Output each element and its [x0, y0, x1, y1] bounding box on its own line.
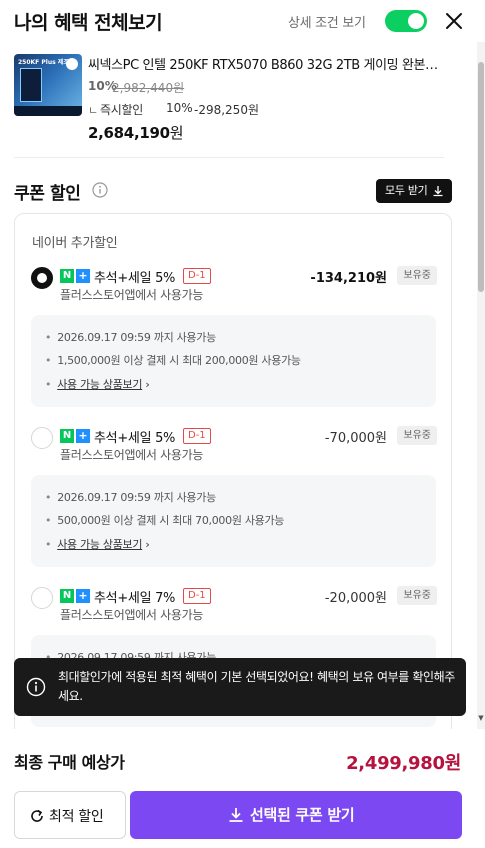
plus-icon: +	[76, 269, 90, 283]
final-price-label: 최종 구매 예상가	[14, 753, 125, 772]
naver-n-icon: N	[60, 269, 74, 283]
brand-badge	[66, 58, 78, 70]
download-all-button[interactable]: 모두 받기	[376, 179, 452, 203]
coupon-usage-note: 플러스스토어앱에서 사용가능	[60, 608, 204, 622]
plus-icon: +	[76, 589, 90, 603]
pc-case-graphic	[20, 68, 42, 102]
download-icon	[433, 186, 443, 197]
instant-discount-amount: -298,250원	[194, 103, 259, 117]
download-all-label: 모두 받기	[385, 184, 428, 197]
coupon-list-box: 네이버 추가할인 N + 추석+세일 5% D-1 -134,210원 보유중 …	[14, 213, 452, 729]
scroll-down-arrow-icon[interactable]: ▼	[477, 714, 485, 724]
detail-line: •2026.09.17 09:59 까지 사용가능	[45, 491, 216, 504]
info-icon[interactable]	[92, 182, 108, 198]
final-price-amount: 2,499,980원	[346, 753, 461, 774]
eligible-products-link-label: 사용 가능 상품보기	[57, 538, 143, 551]
coupon-name: 추석+세일 7%	[94, 591, 176, 606]
eligible-products-link[interactable]: • 사용 가능 상품보기 ›	[45, 376, 150, 392]
get-selected-coupons-button[interactable]: 선택된 쿠폰 받기	[130, 791, 462, 839]
coupon-detail-box: • 2026.09.17 09:59 까지 사용가능 • 500,000원 이상 결…	[31, 475, 436, 567]
image-footer-strip	[14, 106, 82, 116]
product-image-caption: 250KF Plus 제조	[18, 59, 69, 66]
best-discount-button[interactable]: 최적 할인	[14, 791, 126, 839]
detail-line: •2026.09.17 09:59 까지 사용가능	[45, 331, 216, 344]
product-final-price: 2,684,190원	[88, 122, 184, 143]
product-summary: 250KF Plus 제조 씨넥스PC 인텔 250KF RTX5070 B86…	[14, 50, 444, 150]
coupon-usage-note: 플러스스토어앱에서 사용가능	[60, 288, 204, 302]
checkout-footer: 최종 구매 예상가 2,499,980원 최적 할인 선택된 쿠폰 받기	[0, 729, 485, 848]
get-selected-coupons-label: 선택된 쿠폰 받기	[250, 806, 355, 824]
refresh-icon	[31, 809, 43, 822]
page-title: 나의 혜택 전체보기	[14, 12, 163, 34]
detail-toggle-label: 상세 조건 보기	[288, 16, 366, 31]
product-name: 씨넥스PC 인텔 250KF RTX5070 B860 32G 2TB 게이밍 …	[88, 58, 438, 73]
toast-message: 최대할인가에 적용된 최적 혜택이 기본 선택되었어요! 혜택의 보유 여부를 …	[58, 670, 455, 703]
coupon-usage-note: 플러스스토어앱에서 사용가능	[60, 448, 204, 462]
eligible-products-link-label: 사용 가능 상품보기	[57, 378, 143, 391]
section-divider	[14, 157, 444, 158]
toggle-knob	[408, 13, 424, 29]
final-price-value: 2,684,190	[88, 124, 170, 142]
coupon-group-label: 네이버 추가할인	[32, 236, 118, 251]
instant-discount-rate: 10%	[166, 101, 193, 115]
status-badge: 보유중	[397, 426, 437, 445]
detail-condition: 500,000원 이상 결제 시 최대 70,000원 사용가능	[57, 514, 285, 527]
coupon-radio[interactable]	[31, 587, 53, 609]
final-price-unit: 원	[169, 124, 184, 142]
detail-condition: 1,500,000원 이상 결제 시 최대 200,000원 사용가능	[57, 354, 301, 367]
naver-n-icon: N	[60, 589, 74, 603]
info-icon	[26, 677, 46, 697]
panel-header: 나의 혜택 전체보기 상세 조건 보기	[0, 0, 485, 42]
coupon-radio[interactable]	[31, 267, 53, 289]
coupon-amount: -134,210원	[310, 271, 387, 286]
detail-toggle[interactable]	[385, 10, 427, 32]
close-button[interactable]	[442, 9, 466, 33]
detail-expiry: 2026.09.17 09:59 까지 사용가능	[57, 491, 216, 504]
naver-n-icon: N	[60, 429, 74, 443]
status-badge: 보유중	[397, 586, 437, 605]
instant-discount-label: 즉시할인	[100, 103, 143, 117]
best-discount-label: 최적 할인	[49, 809, 104, 825]
dday-badge: D-1	[183, 268, 211, 284]
sub-line-mark: ㄴ	[88, 104, 99, 117]
coupon-amount: -20,000원	[324, 591, 387, 606]
status-badge: 보유중	[397, 266, 437, 285]
product-thumbnail: 250KF Plus 제조	[14, 54, 82, 116]
product-original-price: 2,982,440원	[112, 81, 185, 95]
scrollbar[interactable]: ▼	[477, 42, 485, 729]
chevron-right-icon: ›	[145, 538, 150, 551]
plus-icon: +	[76, 429, 90, 443]
coupon-name: 추석+세일 5%	[94, 271, 176, 286]
chevron-right-icon: ›	[145, 378, 150, 391]
coupon-detail-box: • 2026.09.17 09:59 까지 사용가능 • 1,500,000원 이상…	[31, 315, 436, 407]
toast-notification: 최대할인가에 적용된 최적 혜택이 기본 선택되었어요! 혜택의 보유 여부를 …	[14, 658, 466, 716]
eligible-products-link[interactable]: • 사용 가능 상품보기 ›	[45, 536, 150, 552]
dday-badge: D-1	[183, 428, 211, 444]
coupon-amount: -70,000원	[324, 431, 387, 446]
coupon-section-title: 쿠폰 할인	[14, 184, 81, 204]
detail-line: • 1,500,000원 이상 결제 시 최대 200,000원 사용가능	[45, 354, 301, 367]
benefit-scroll-area[interactable]: 250KF Plus 제조 씨넥스PC 인텔 250KF RTX5070 B86…	[0, 42, 477, 729]
download-icon	[229, 808, 243, 822]
detail-expiry: 2026.09.17 09:59 까지 사용가능	[57, 331, 216, 344]
coupon-radio[interactable]	[31, 427, 53, 449]
coupon-name: 추석+세일 5%	[94, 431, 176, 446]
detail-line: • 500,000원 이상 결제 시 최대 70,000원 사용가능	[45, 514, 285, 527]
dday-badge: D-1	[183, 588, 211, 604]
scrollbar-thumb[interactable]	[478, 62, 484, 292]
close-icon	[446, 13, 462, 29]
